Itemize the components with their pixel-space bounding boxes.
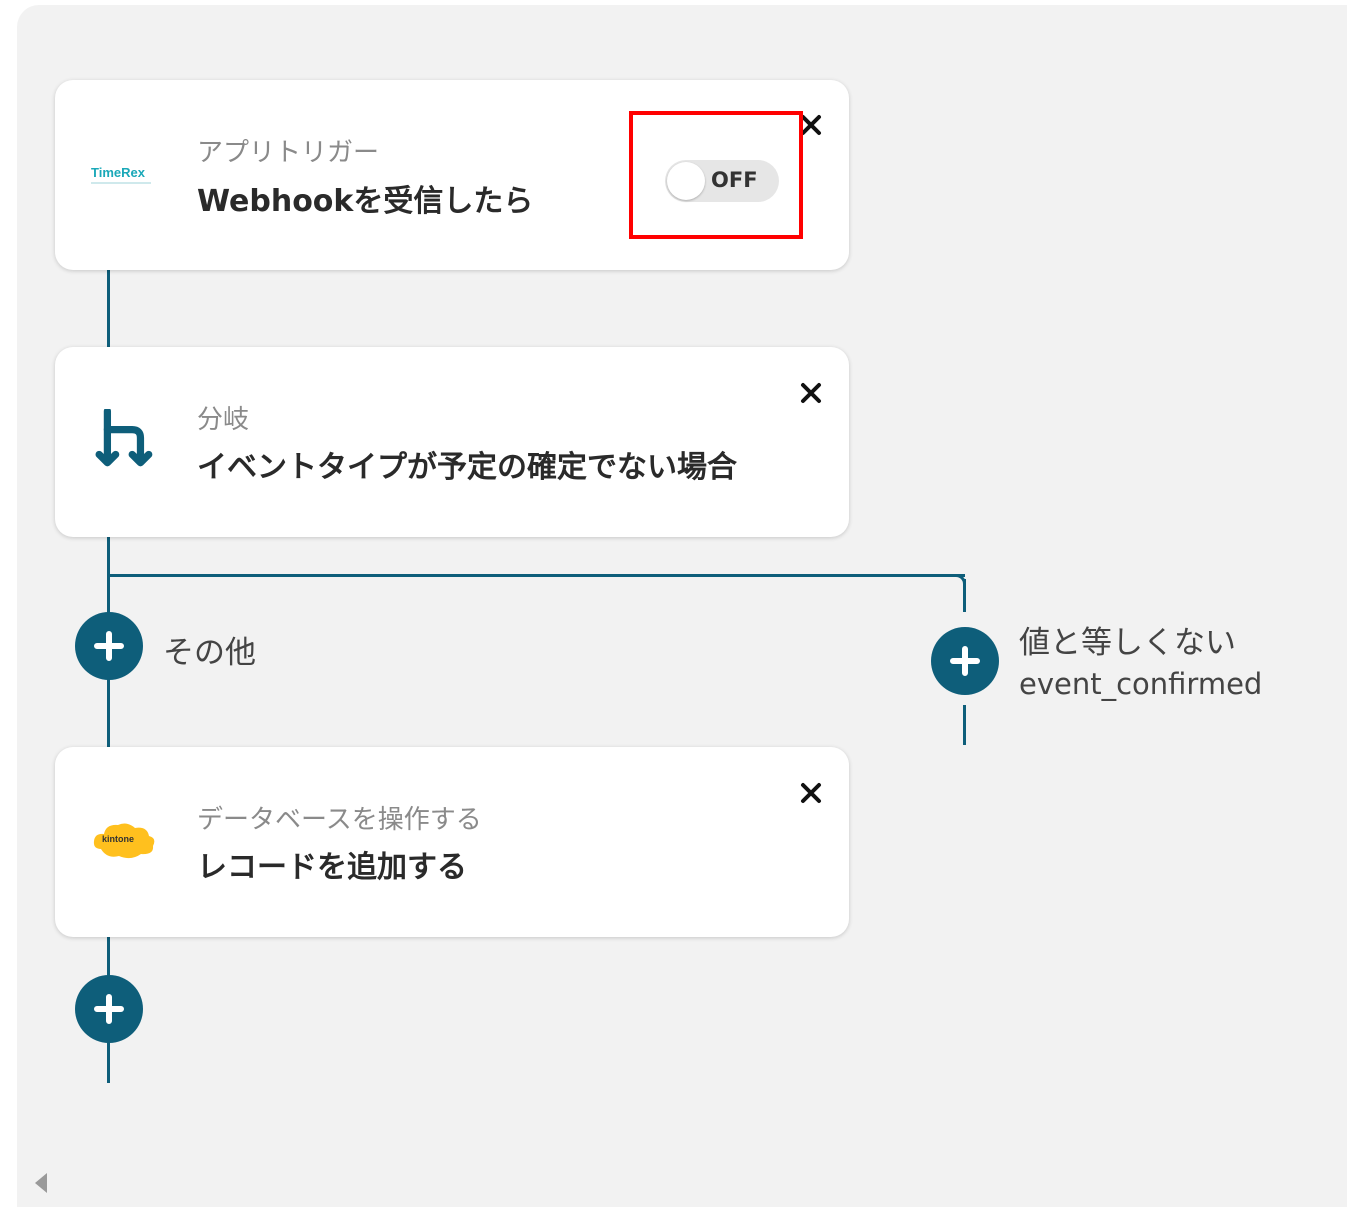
branch-condition-value: event_confirmed [1019,667,1263,701]
branch-condition-label: 値と等しくない [1019,625,1236,661]
database-subtitle: データベースを操作する [197,805,482,835]
trigger-card[interactable]: TimeRex アプリトリガー Webhookを受信したら OFF [55,80,849,270]
trigger-subtitle: アプリトリガー [197,138,380,168]
branch-title: イベントタイプが予定の確定でない場合 [197,450,737,485]
toggle-label: OFF [711,168,758,192]
branch-connector [107,574,965,577]
add-step-button[interactable] [75,975,143,1043]
trigger-toggle[interactable]: OFF [665,160,779,202]
branch-icon [95,409,153,467]
connector-line [963,705,966,745]
database-card[interactable]: kintone データベースを操作する レコードを追加する [55,747,849,937]
kintone-logo: kintone [91,819,159,863]
branch-label-other: その他 [163,635,256,671]
add-step-button[interactable] [75,612,143,680]
plus-icon [94,994,124,1024]
branch-subtitle: 分岐 [197,405,250,435]
add-step-button[interactable] [931,627,999,695]
plus-icon [94,631,124,661]
close-icon[interactable] [799,113,823,137]
trigger-title: Webhookを受信したら [197,184,534,219]
close-icon[interactable] [799,381,823,405]
toggle-knob [667,162,705,200]
connector-line [107,265,110,347]
flow-canvas: TimeRex アプリトリガー Webhookを受信したら OFF 分岐 イベン… [17,5,1347,1207]
close-icon[interactable] [799,781,823,805]
scroll-left-arrow-icon[interactable] [35,1173,47,1193]
branch-card[interactable]: 分岐 イベントタイプが予定の確定でない場合 [55,347,849,537]
plus-icon [950,646,980,676]
timerex-logo: TimeRex [91,162,161,186]
database-title: レコードを追加する [197,850,467,885]
